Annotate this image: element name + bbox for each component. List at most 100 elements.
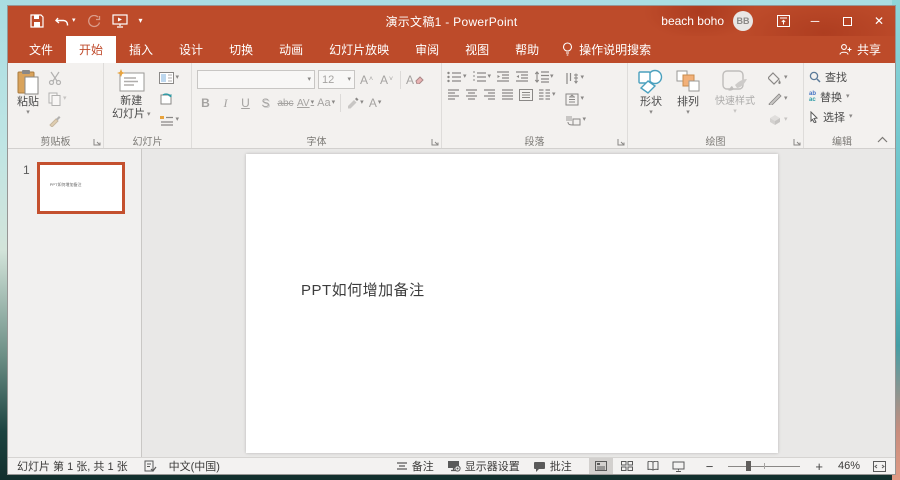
tab-design[interactable]: 设计 xyxy=(166,36,216,63)
tell-me-search[interactable]: 操作说明搜索 xyxy=(562,36,651,63)
close-button[interactable]: ✕ xyxy=(863,6,895,36)
undo-dropdown-icon[interactable]: ▾ xyxy=(72,17,76,24)
slide-sorter-view-button[interactable] xyxy=(615,458,639,474)
tab-view[interactable]: 视图 xyxy=(452,36,502,63)
tab-home[interactable]: 开始 xyxy=(66,36,117,63)
change-case-button: Aa ▾ xyxy=(317,97,336,109)
decrease-font-size-button: A ˅ xyxy=(379,72,394,87)
save-icon[interactable] xyxy=(30,14,44,28)
window-controls: ─ ✕ xyxy=(767,6,895,36)
language-indicator[interactable]: 中文(中国) xyxy=(169,458,220,474)
distribute-text-icon xyxy=(519,89,533,101)
tab-animations[interactable]: 动画 xyxy=(266,36,316,63)
zoom-out-button[interactable]: − xyxy=(704,459,716,474)
paragraph-dialog-launcher-icon[interactable] xyxy=(617,138,625,146)
customize-qat-icon[interactable]: ▾ xyxy=(139,17,143,25)
shape-fill-icon[interactable]: ▾ xyxy=(766,69,790,87)
tab-slideshow[interactable]: 幻灯片放映 xyxy=(316,36,402,63)
normal-view-button[interactable] xyxy=(588,458,613,474)
tab-insert[interactable]: 插入 xyxy=(116,36,166,63)
zoom-in-button[interactable]: + xyxy=(813,459,825,474)
slide-layout-icon[interactable]: ▾ xyxy=(157,69,182,87)
slide[interactable]: PPT如何增加备注 xyxy=(246,154,778,453)
display-settings-button[interactable]: 显示器设置 xyxy=(447,458,520,474)
shapes-icon xyxy=(638,69,663,94)
shapes-button[interactable]: 形状 ▾ xyxy=(633,68,669,132)
clipboard-group: 粘贴 ▾ ▾ 剪贴板 xyxy=(8,63,104,148)
editing-group-label: 编辑 xyxy=(832,136,852,148)
zoom-slider-thumb[interactable] xyxy=(745,461,751,471)
maximize-button[interactable] xyxy=(831,6,863,36)
shape-effects-icon: ▾ xyxy=(766,111,790,129)
slide-thumbnail[interactable]: PPT如何增加备注 xyxy=(36,162,125,214)
lightbulb-icon xyxy=(563,42,573,56)
reset-slide-icon[interactable] xyxy=(157,90,182,108)
paste-icon xyxy=(17,70,39,95)
tab-transitions[interactable]: 切换 xyxy=(216,36,266,63)
zoom-slider[interactable] xyxy=(728,458,801,474)
bold-button: B xyxy=(201,96,210,110)
highlight-pen-icon xyxy=(348,97,359,109)
align-text-vertical-icon[interactable]: ▾ xyxy=(563,90,589,108)
arrange-icon xyxy=(676,70,700,92)
text-highlight-color-button: ▾ xyxy=(346,94,364,112)
select-button[interactable]: 选择 ▾ xyxy=(809,109,877,125)
share-button[interactable]: 共享 xyxy=(839,36,881,63)
person-icon xyxy=(839,44,852,55)
cut-icon xyxy=(46,69,69,87)
slides-group-label: 幻灯片 xyxy=(132,136,163,148)
paste-button[interactable]: 粘贴 ▾ xyxy=(13,68,43,132)
start-from-beginning-icon[interactable] xyxy=(111,14,128,28)
arrange-button[interactable]: 排列 ▾ xyxy=(672,68,704,132)
convert-to-smartart-icon[interactable]: ▾ xyxy=(563,111,589,129)
slide-editing-area[interactable]: PPT如何增加备注 xyxy=(142,149,895,457)
text-direction-icon[interactable]: ▾ xyxy=(563,69,589,87)
align-right-icon xyxy=(483,89,496,101)
shape-outline-icon[interactable]: ▾ xyxy=(766,90,790,108)
comments-toggle[interactable]: 批注 xyxy=(533,458,572,474)
new-slide-button[interactable]: 新建 幻灯片 ▾ xyxy=(109,68,154,132)
increase-font-size-button: A ˄ xyxy=(359,72,374,87)
undo-icon[interactable]: ▾ xyxy=(55,15,76,27)
strikethrough-button: abc xyxy=(277,97,294,109)
reading-view-button[interactable] xyxy=(641,458,665,474)
tab-help[interactable]: 帮助 xyxy=(502,36,552,63)
fit-slide-to-window-icon[interactable] xyxy=(873,460,886,472)
avatar[interactable]: BB xyxy=(733,11,753,31)
account-area[interactable]: beach boho BB xyxy=(661,11,753,31)
workspace: 1 PPT如何增加备注 PPT如何增加备注 xyxy=(8,149,895,457)
tab-review[interactable]: 审阅 xyxy=(402,36,452,63)
zoom-level[interactable]: 46% xyxy=(838,460,860,472)
account-name: beach boho xyxy=(661,14,724,28)
quick-styles-icon xyxy=(722,70,747,91)
format-painter-icon xyxy=(46,111,69,129)
slide-counter: 幻灯片 第 1 张, 共 1 张 xyxy=(17,461,128,473)
italic-button: I xyxy=(223,95,228,110)
bullets-icon: ▾ xyxy=(447,71,467,83)
drawing-group-label: 绘图 xyxy=(705,136,726,148)
font-dialog-launcher-icon[interactable] xyxy=(431,138,439,146)
minimize-button[interactable]: ─ xyxy=(799,6,831,36)
slideshow-view-button[interactable] xyxy=(667,458,691,474)
font-name-combobox: ▾ xyxy=(197,70,315,89)
ribbon-display-options-icon[interactable] xyxy=(767,6,799,36)
clipboard-dialog-launcher-icon[interactable] xyxy=(93,138,101,146)
quick-styles-button: 快速样式 ▾ xyxy=(707,68,763,132)
font-group: ▾ 12 ▾ A ˄ A ˅ A B I U S abc AV ▾ Aa ▾ ▾… xyxy=(192,63,442,148)
find-button[interactable]: 查找 xyxy=(809,69,877,85)
replace-button[interactable]: ab ac 替换 ▾ xyxy=(809,89,877,105)
slide-title-text[interactable]: PPT如何增加备注 xyxy=(301,279,425,300)
tab-file[interactable]: 文件 xyxy=(16,36,66,63)
slide-thumbnail-panel[interactable]: 1 PPT如何增加备注 xyxy=(8,149,142,457)
search-icon xyxy=(809,71,821,83)
notes-toggle[interactable]: 备注 xyxy=(396,458,434,474)
status-bar: 幻灯片 第 1 张, 共 1 张 中文(中国) 备注 显示器设置 批注 − + … xyxy=(8,457,895,474)
cursor-icon xyxy=(810,111,819,123)
spell-check-icon[interactable] xyxy=(144,460,157,472)
align-left-icon xyxy=(447,89,460,101)
collapse-ribbon-icon[interactable] xyxy=(877,136,888,143)
drawing-dialog-launcher-icon[interactable] xyxy=(793,138,801,146)
paragraph-group: ▾ ▾ ▾ ▾ ▾ ▾ ▾ 段落 xyxy=(442,63,628,148)
thumbnail-row[interactable]: 1 PPT如何增加备注 xyxy=(8,162,141,214)
section-icon[interactable]: ▾ xyxy=(157,111,182,129)
